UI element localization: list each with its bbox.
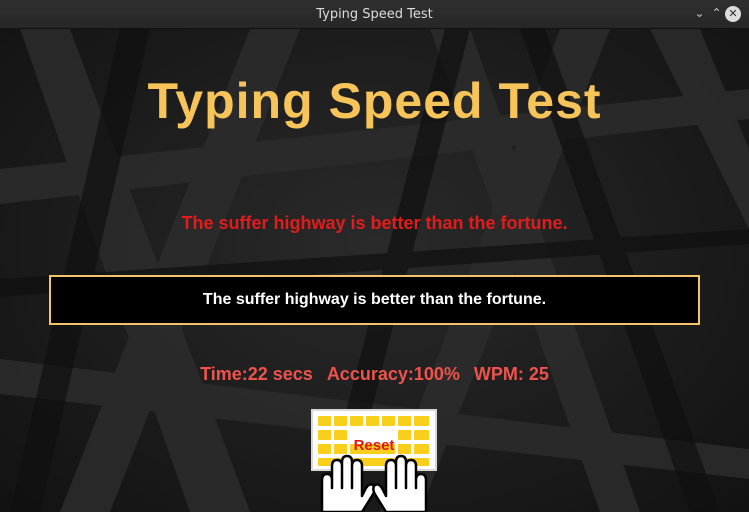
keyboard-hands-icon (311, 409, 437, 512)
accuracy-stat: Accuracy:100% (326, 364, 460, 384)
target-sentence: The suffer highway is better than the fo… (181, 213, 568, 233)
app-canvas: Typing Speed Test The suffer highway is … (0, 29, 749, 512)
typing-input[interactable] (49, 275, 700, 325)
window-titlebar: Typing Speed Test ⌄ ⌃ ✕ (0, 0, 749, 29)
app-heading: Typing Speed Test (147, 73, 602, 129)
close-icon[interactable]: ✕ (725, 6, 741, 22)
time-stat: Time:22 secs (200, 364, 313, 384)
stats-line: Time:22 secs Accuracy:100% WPM: 25 (0, 364, 749, 385)
reset-button[interactable]: Reset (310, 408, 438, 512)
reset-label: Reset (353, 437, 395, 454)
maximize-icon[interactable]: ⌃ (708, 5, 725, 22)
wpm-stat: WPM: 25 (473, 364, 549, 384)
minimize-icon[interactable]: ⌄ (691, 5, 708, 22)
window-title: Typing Speed Test (316, 7, 433, 22)
